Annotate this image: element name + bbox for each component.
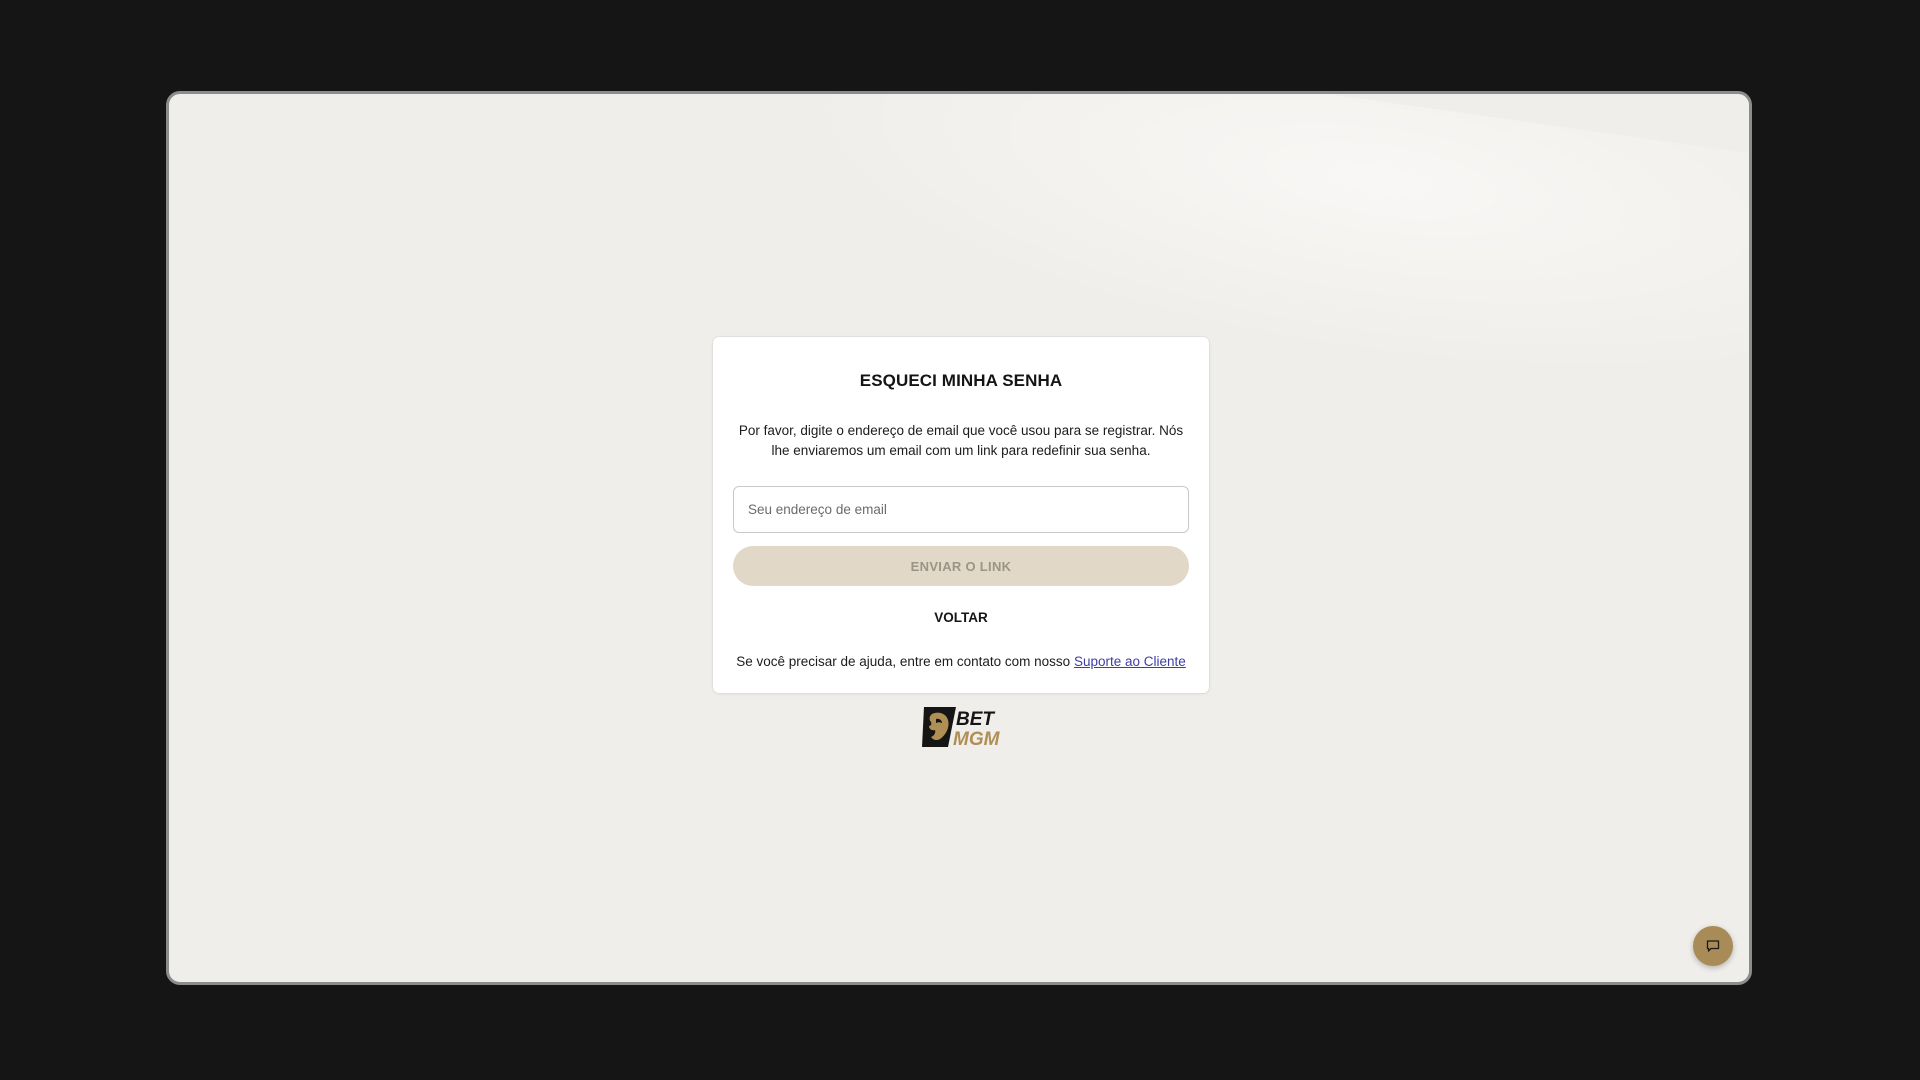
betmgm-logo: BET MGM: [922, 707, 1001, 749]
send-link-button[interactable]: ENVIAR O LINK: [733, 546, 1189, 586]
logo-text-bet: BET: [956, 709, 995, 730]
chat-bubble-icon: [1706, 940, 1720, 952]
lion-icon: [922, 707, 956, 747]
back-button[interactable]: VOLTAR: [713, 610, 1209, 625]
logo-text-mgm: MGM: [953, 729, 1001, 749]
help-message: Se você precisar de ajuda, entre em cont…: [736, 654, 1071, 669]
app-window: ESQUECI MINHA SENHA Por favor, digite o …: [166, 91, 1752, 985]
chat-button[interactable]: [1693, 926, 1733, 966]
page-title: ESQUECI MINHA SENHA: [859, 371, 1063, 390]
customer-support-link[interactable]: Suporte ao Cliente: [1074, 654, 1186, 669]
forgot-password-card: ESQUECI MINHA SENHA Por favor, digite o …: [713, 337, 1209, 693]
email-input[interactable]: [733, 486, 1189, 533]
help-text: Se você precisar de ajuda, entre em cont…: [713, 654, 1209, 669]
instructions-text: Por favor, digite o endereço de email qu…: [738, 423, 1184, 458]
